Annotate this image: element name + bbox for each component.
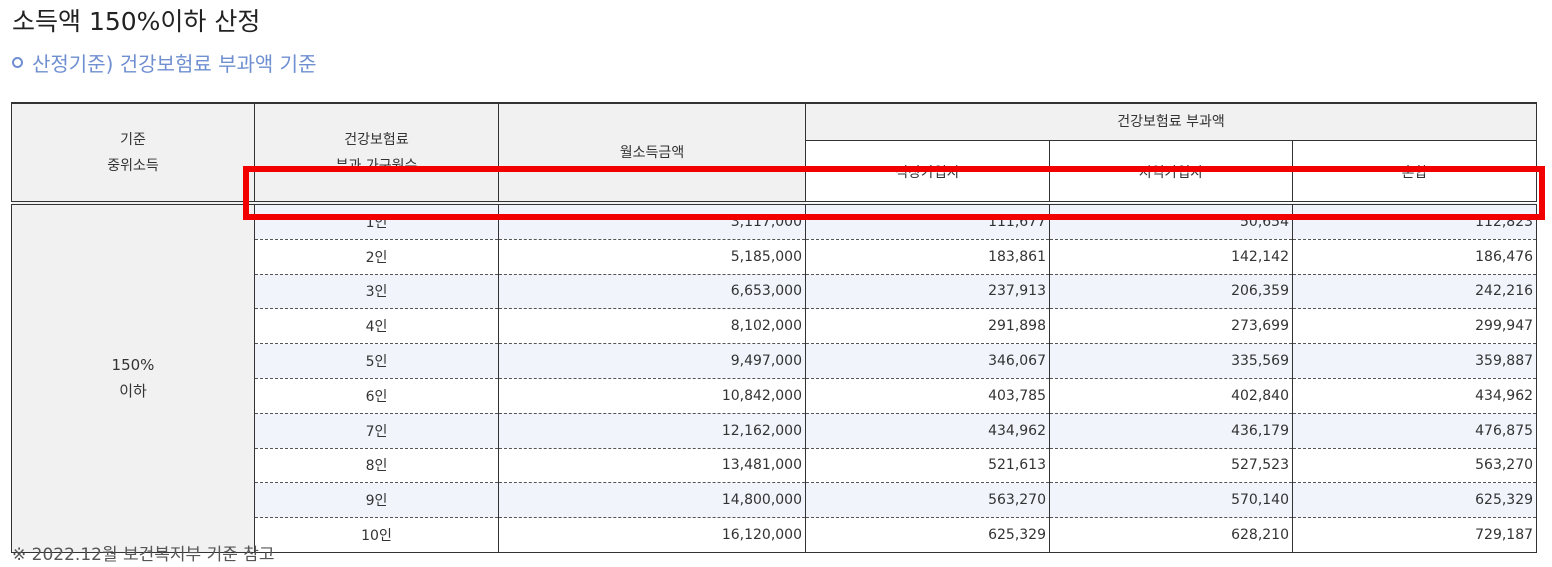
employee-premium-cell: 625,329 [805, 517, 1050, 553]
regional-premium-cell: 570,140 [1049, 482, 1293, 519]
household-size-cell: 6인 [254, 378, 499, 414]
monthly-income-cell: 14,800,000 [498, 482, 806, 519]
section-subtitle: 산정기준) 건강보험료 부과액 기준 [12, 48, 316, 77]
employee-premium-cell: 563,270 [805, 482, 1050, 519]
mixed-premium-cell: 434,962 [1291, 378, 1538, 414]
employee-premium-cell: 183,861 [805, 239, 1050, 275]
mixed-premium-cell: 625,329 [1291, 482, 1538, 519]
household-size-cell: 3인 [254, 274, 499, 310]
monthly-income-cell: 9,497,000 [498, 343, 806, 379]
employee-premium-cell: 237,913 [805, 274, 1050, 310]
monthly-income-cell: 13,481,000 [498, 448, 806, 484]
monthly-income-cell: 5,185,000 [498, 239, 806, 275]
monthly-income-cell: 8,102,000 [498, 308, 806, 345]
header-median-income: 기준 중위소득 [11, 102, 255, 204]
household-size-cell: 2인 [254, 239, 499, 275]
employee-premium-cell: 403,785 [805, 378, 1050, 414]
employee-premium-cell: 346,067 [805, 343, 1050, 379]
mixed-premium-cell: 359,887 [1291, 343, 1538, 379]
household-size-cell: 7인 [254, 413, 499, 449]
regional-premium-cell: 335,569 [1049, 343, 1293, 379]
mixed-premium-cell: 476,875 [1291, 413, 1538, 449]
monthly-income-cell: 16,120,000 [498, 517, 806, 553]
employee-premium-cell: 291,898 [805, 308, 1050, 345]
subtitle-text: 산정기준) 건강보험료 부과액 기준 [32, 52, 317, 76]
regional-premium-cell: 142,142 [1049, 239, 1293, 275]
bullet-icon [12, 57, 23, 68]
monthly-income-cell: 12,162,000 [498, 413, 806, 449]
page-title: 소득액 150%이하 산정 [12, 7, 261, 36]
footnote: ※ 2022.12월 보건복지부 기준 참고 [12, 545, 275, 565]
household-size-cell: 9인 [254, 482, 499, 519]
median-income-group-cell: 150% 이하 [11, 203, 255, 553]
regional-premium-cell: 402,840 [1049, 378, 1293, 414]
household-size-cell: 5인 [254, 343, 499, 379]
mixed-premium-cell: 299,947 [1291, 308, 1538, 345]
mixed-premium-cell: 242,216 [1291, 274, 1538, 310]
regional-premium-cell: 206,359 [1049, 274, 1293, 310]
household-size-cell: 10인 [254, 517, 499, 553]
mixed-premium-cell: 186,476 [1291, 239, 1538, 275]
mixed-premium-cell: 563,270 [1291, 448, 1538, 484]
household-size-cell: 4인 [254, 308, 499, 345]
household-size-cell: 8인 [254, 448, 499, 484]
employee-premium-cell: 434,962 [805, 413, 1050, 449]
regional-premium-cell: 273,699 [1049, 308, 1293, 345]
table-body: 150% 이하 1인 3,117,000 111,677 50,654 112,823 2인 5… [11, 203, 1538, 553]
monthly-income-cell: 6,653,000 [498, 274, 806, 310]
employee-premium-cell: 521,613 [805, 448, 1050, 484]
regional-premium-cell: 527,523 [1049, 448, 1293, 484]
mixed-premium-cell: 729,187 [1291, 517, 1538, 553]
regional-premium-cell: 628,210 [1049, 517, 1293, 553]
header-premium-group: 건강보험료 부과액 [804, 102, 1538, 141]
regional-premium-cell: 436,179 [1049, 413, 1293, 449]
monthly-income-cell: 10,842,000 [498, 378, 806, 414]
highlight-box [243, 166, 1545, 220]
